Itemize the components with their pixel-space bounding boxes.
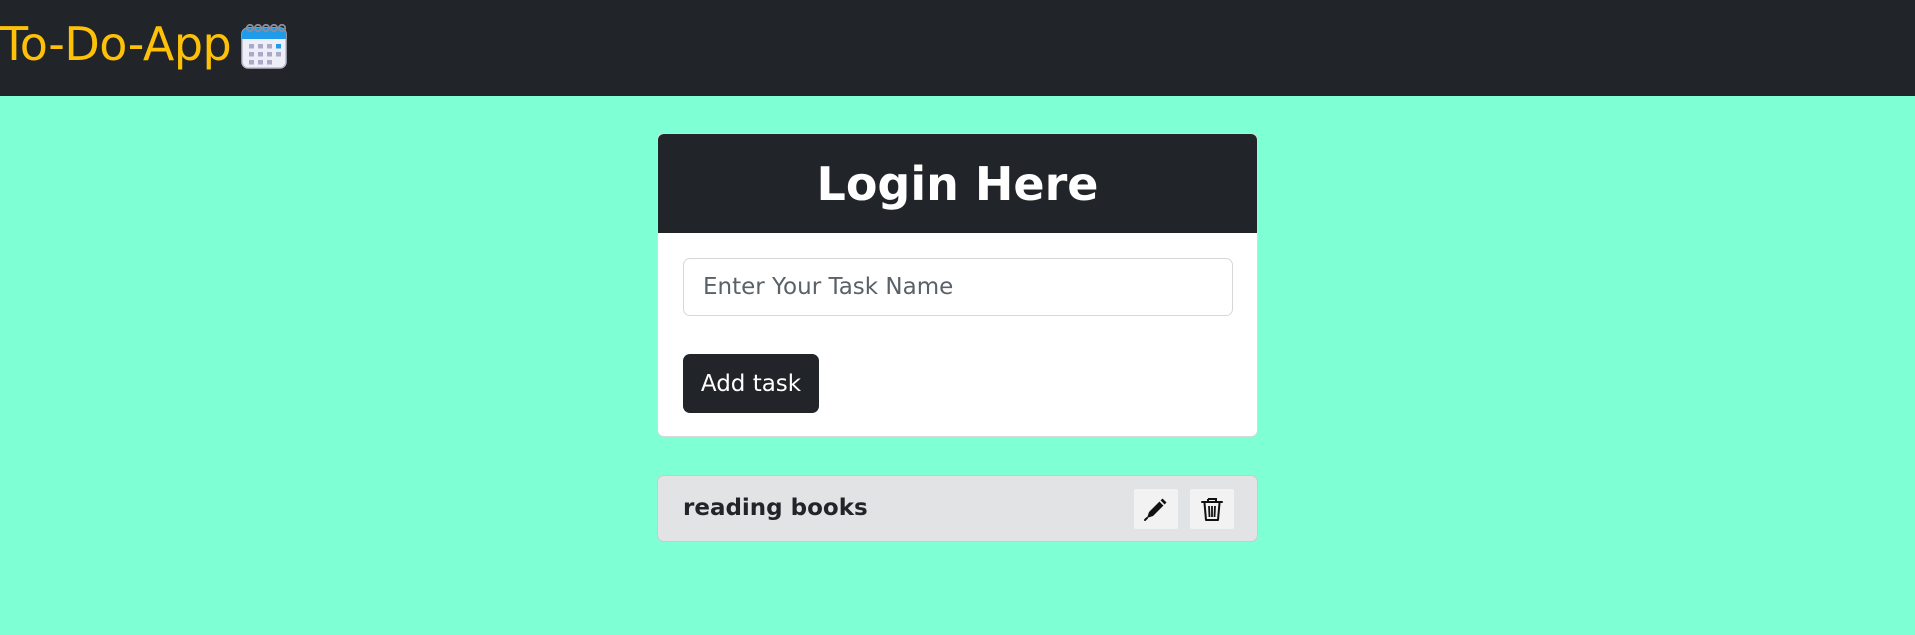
delete-task-button[interactable]: [1190, 489, 1234, 529]
task-list: reading books: [657, 475, 1258, 542]
login-card: Login Here Add task: [657, 133, 1258, 437]
task-name: reading books: [683, 495, 868, 521]
calendar-icon: [239, 21, 289, 71]
task-name-input[interactable]: [683, 258, 1233, 316]
pen-icon: [1142, 495, 1170, 523]
add-task-button[interactable]: Add task: [683, 354, 819, 413]
card-header: Login Here: [658, 134, 1257, 233]
brand-text: To-Do-App: [0, 17, 232, 71]
task-item: reading books: [657, 475, 1258, 542]
brand-link[interactable]: To-Do-App: [0, 12, 289, 76]
trash-icon: [1199, 495, 1225, 523]
edit-task-button[interactable]: [1134, 489, 1178, 529]
navbar: To-Do-App: [0, 0, 1915, 96]
card-title: Login Here: [816, 156, 1099, 211]
